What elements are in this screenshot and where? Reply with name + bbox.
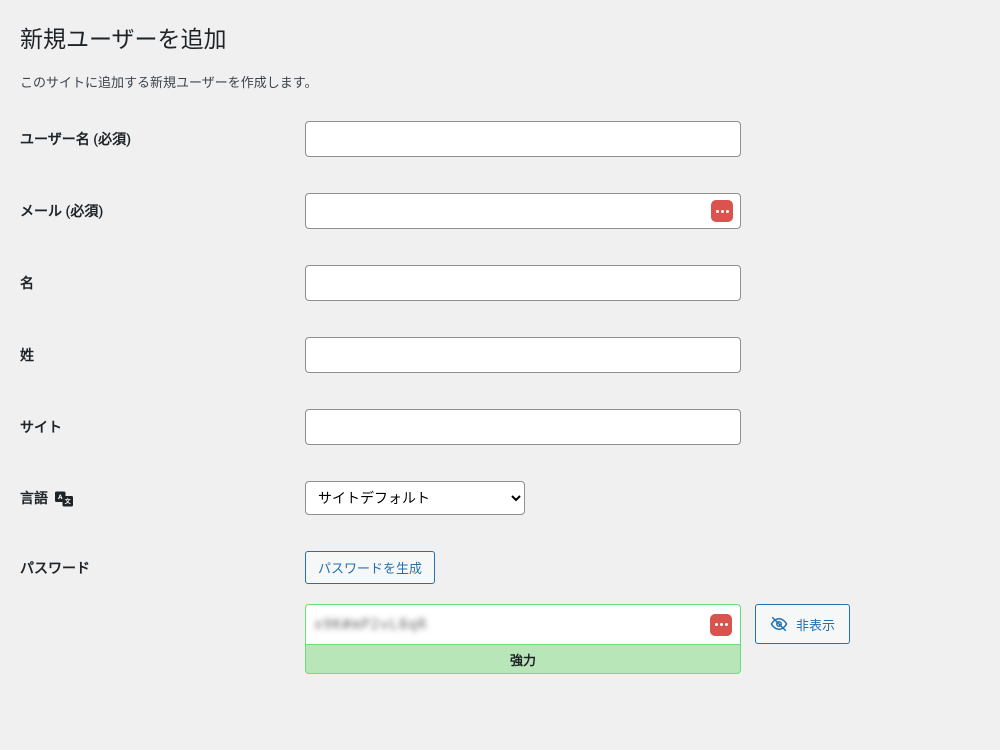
website-label: サイト (20, 417, 305, 437)
page-description: このサイトに追加する新規ユーザーを作成します。 (20, 72, 980, 91)
firstname-input[interactable] (305, 265, 741, 301)
language-select[interactable]: サイトデフォルト (305, 481, 525, 515)
password-box: x9K#mP2vL8qR 強力 (305, 604, 741, 674)
password-value-masked: x9K#mP2vL8qR (314, 617, 427, 633)
username-label: ユーザー名 (必須) (20, 129, 305, 149)
hide-password-button[interactable]: 非表示 (755, 604, 850, 644)
eye-slash-icon (770, 615, 788, 633)
password-label: パスワード (20, 558, 305, 578)
page-title: 新規ユーザーを追加 (20, 20, 980, 54)
lastname-label: 姓 (20, 345, 305, 365)
password-strength-bar: 強力 (305, 644, 741, 674)
generate-password-button[interactable]: パスワードを生成 (305, 551, 435, 584)
translate-icon: A 文 (55, 491, 73, 507)
password-manager-icon[interactable] (711, 200, 733, 222)
language-label: 言語 A 文 (20, 488, 305, 508)
svg-text:文: 文 (64, 498, 72, 506)
hide-button-label: 非表示 (796, 615, 835, 634)
password-input[interactable]: x9K#mP2vL8qR (305, 604, 741, 644)
lastname-input[interactable] (305, 337, 741, 373)
email-input[interactable] (305, 193, 741, 229)
email-label: メール (必須) (20, 201, 305, 221)
username-input[interactable] (305, 121, 741, 157)
language-label-text: 言語 (20, 491, 48, 507)
svg-text:A: A (58, 493, 63, 501)
password-manager-icon[interactable] (710, 614, 732, 636)
firstname-label: 名 (20, 273, 305, 293)
website-input[interactable] (305, 409, 741, 445)
